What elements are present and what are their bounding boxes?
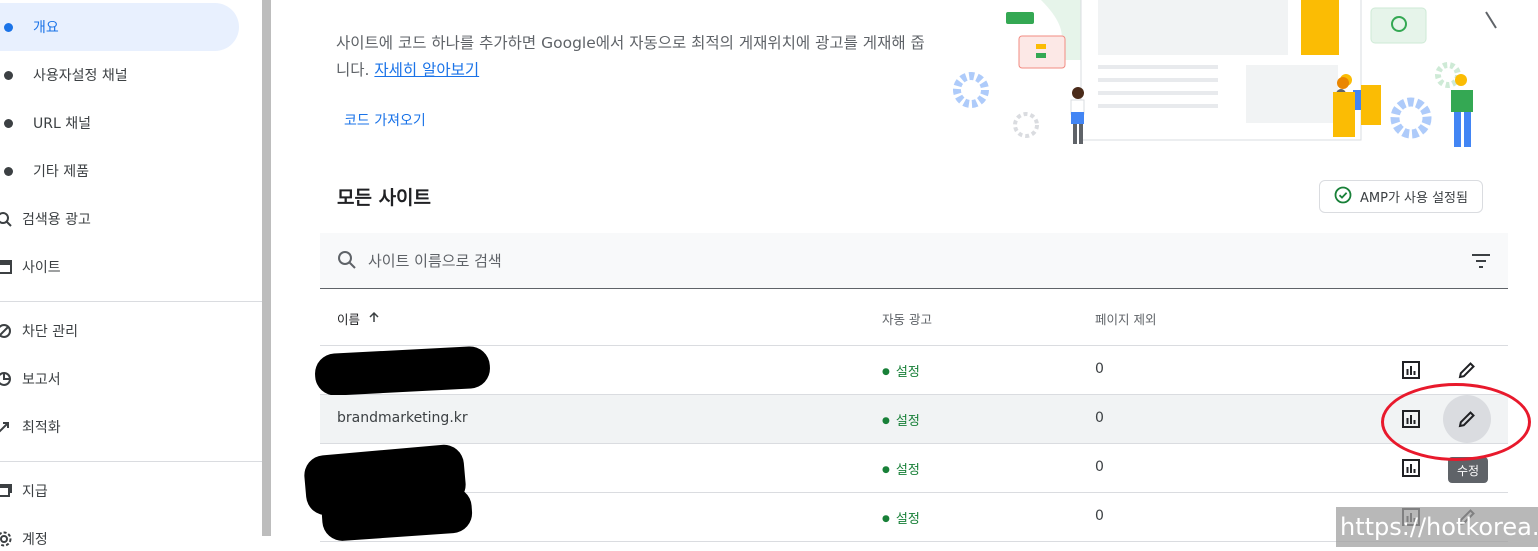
sites-table-header: 이름 자동 광고 페이지 제외 xyxy=(320,290,1508,346)
report-icon[interactable] xyxy=(1395,354,1427,386)
optimize-icon xyxy=(0,419,12,435)
sidebar-item-optimization[interactable]: 최적화 xyxy=(0,403,262,451)
column-label: 이름 xyxy=(337,312,361,327)
search-icon xyxy=(337,250,357,274)
sites-icon xyxy=(0,259,12,275)
bullet-icon xyxy=(4,118,13,128)
sidebar-item-label: URL 채널 xyxy=(33,116,91,132)
annotation-red-circle xyxy=(1381,383,1531,461)
redacted-site-name xyxy=(314,345,491,397)
auto-ads-status: 설정 xyxy=(882,361,920,380)
auto-ads-illustration xyxy=(953,0,1497,147)
amp-enabled-chip[interactable]: AMP가 사용 설정됨 xyxy=(1319,180,1483,213)
sidebar-item-search-ads[interactable]: 검색용 광고 xyxy=(0,195,262,243)
site-search-bar xyxy=(320,233,1508,289)
settings-icon xyxy=(0,531,12,547)
sidebar-item-label: 사용자설정 채널 xyxy=(33,68,128,84)
sidebar-item-label: 사이트 xyxy=(22,260,61,276)
site-search-input[interactable] xyxy=(368,247,1368,275)
reports-icon xyxy=(0,371,12,387)
bullet-icon xyxy=(4,22,13,32)
learn-more-link[interactable]: 자세히 알아보기 xyxy=(374,61,479,79)
site-name[interactable]: brandmarketing.kr xyxy=(337,410,468,426)
main-content: 사이트에 코드 하나를 추가하면 Google에서 자동으로 최적의 게재위치에… xyxy=(271,0,1538,551)
column-header-name[interactable]: 이름 xyxy=(337,309,380,328)
page-exclusions-count: 0 xyxy=(1095,361,1104,377)
column-header-auto-ads[interactable]: 자동 광고 xyxy=(882,309,932,328)
page-exclusions-count: 0 xyxy=(1095,459,1104,475)
payments-icon xyxy=(0,483,12,499)
sidebar-item-payments[interactable]: 지급 xyxy=(0,467,262,515)
sidebar-item-label: 보고서 xyxy=(22,372,61,388)
sidebar-item-other-products[interactable]: 기타 제품 xyxy=(0,147,262,195)
bullet-icon xyxy=(4,70,13,80)
watermark: https://hotkorea.kr xyxy=(1336,507,1538,547)
search-ads-icon xyxy=(0,211,12,227)
redacted-site-name xyxy=(320,485,474,543)
sidebar-scrollbar[interactable] xyxy=(262,0,271,536)
auto-ads-status: 설정 xyxy=(882,410,920,429)
get-code-button[interactable]: 코드 가져오기 xyxy=(344,110,426,130)
check-circle-icon xyxy=(1334,186,1352,208)
table-row[interactable]: 설정 0 xyxy=(320,485,1508,543)
table-row[interactable]: 설정 0 xyxy=(314,345,1508,397)
sidebar-item-label: 검색용 광고 xyxy=(22,212,91,228)
sidebar-divider xyxy=(0,301,262,302)
sidebar: 개요 사용자설정 채널 URL 채널 기타 제품 검색용 광고 사이트 차단 관… xyxy=(0,0,262,551)
edit-pencil-icon[interactable] xyxy=(1451,354,1483,386)
sidebar-item-url-channels[interactable]: URL 채널 xyxy=(0,99,262,147)
page-exclusions-count: 0 xyxy=(1095,508,1104,524)
arrow-up-icon xyxy=(368,311,380,326)
table-row[interactable]: 설정 0 xyxy=(302,443,1508,517)
sidebar-item-reports[interactable]: 보고서 xyxy=(0,355,262,403)
block-icon xyxy=(0,323,12,339)
auto-ads-status: 설정 xyxy=(882,508,920,527)
filter-icon[interactable] xyxy=(1471,251,1491,275)
sidebar-item-blocking-controls[interactable]: 차단 관리 xyxy=(0,307,262,355)
sidebar-item-label: 지급 xyxy=(22,484,48,500)
sidebar-item-label: 차단 관리 xyxy=(22,324,78,340)
sidebar-item-label: 최적화 xyxy=(22,420,61,436)
amp-chip-label: AMP가 사용 설정됨 xyxy=(1360,191,1468,206)
auto-ads-status: 설정 xyxy=(882,459,920,478)
auto-ads-description: 사이트에 코드 하나를 추가하면 Google에서 자동으로 최적의 게재위치에… xyxy=(336,30,936,84)
sidebar-item-sites[interactable]: 사이트 xyxy=(0,243,262,291)
column-label: 자동 광고 xyxy=(882,312,932,327)
all-sites-title: 모든 사이트 xyxy=(337,187,432,209)
sidebar-item-label: 계정 xyxy=(22,532,48,548)
sidebar-item-account[interactable]: 계정 xyxy=(0,515,262,551)
column-header-page-exclusions[interactable]: 페이지 제외 xyxy=(1095,309,1156,328)
table-row[interactable]: brandmarketing.kr 설정 0 xyxy=(320,395,1508,444)
sidebar-item-label: 개요 xyxy=(33,20,59,36)
sidebar-divider xyxy=(0,461,262,462)
sidebar-item-overview[interactable]: 개요 xyxy=(0,3,239,51)
bullet-icon xyxy=(4,166,13,176)
sidebar-item-custom-channels[interactable]: 사용자설정 채널 xyxy=(0,51,262,99)
page-exclusions-count: 0 xyxy=(1095,410,1104,426)
sidebar-item-label: 기타 제품 xyxy=(33,164,89,180)
column-label: 페이지 제외 xyxy=(1095,312,1157,327)
